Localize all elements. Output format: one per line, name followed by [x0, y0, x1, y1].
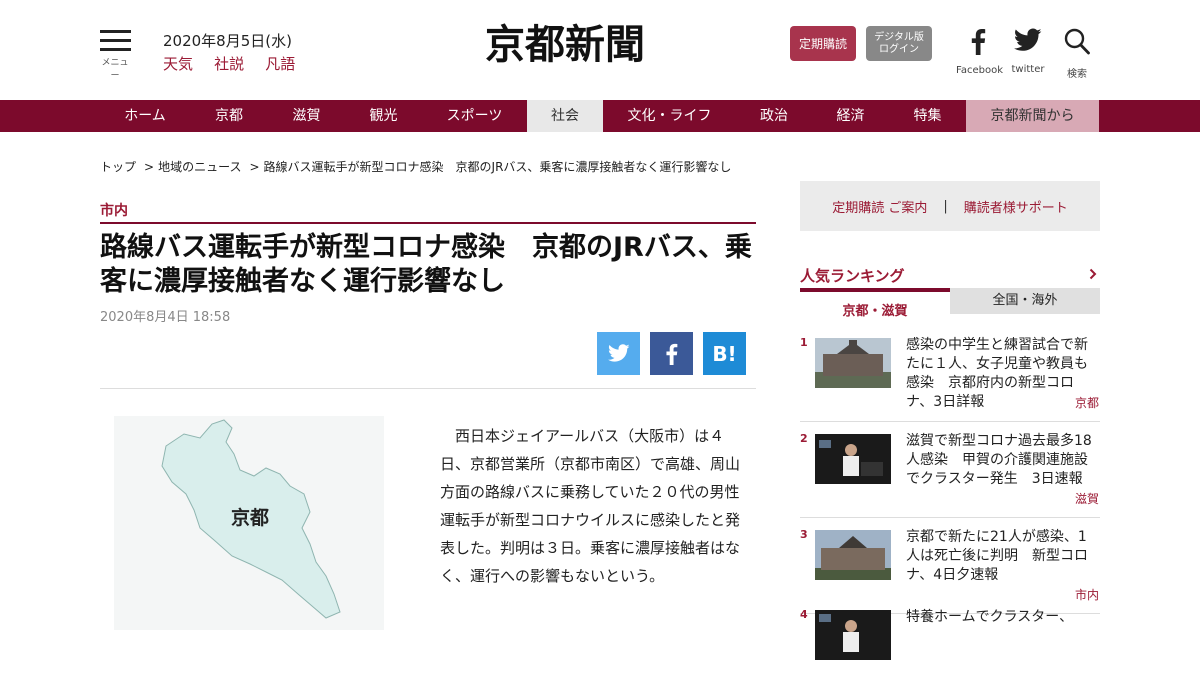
kyoto-map-image: 京都	[114, 416, 384, 630]
column-link[interactable]: 凡語	[265, 55, 295, 73]
facebook-icon	[971, 29, 986, 55]
map-label: 京都	[231, 506, 269, 529]
twitter-icon	[1013, 28, 1042, 51]
svg-text:京都新聞: 京都新聞	[485, 21, 645, 68]
ranking-title[interactable]: 人気ランキング	[800, 265, 905, 286]
site-logo[interactable]: 京都新聞	[463, 18, 667, 70]
hamburger-icon	[98, 30, 132, 51]
tab-national-world[interactable]: 全国・海外	[950, 288, 1100, 314]
search-link[interactable]: 検索	[1060, 28, 1094, 80]
ranking-title-text: 滋賀で新型コロナ過去最多18人感染 甲賀の介護関連施設でクラスター発生 3日速報	[906, 433, 1092, 487]
twitter-label: twitter	[1011, 64, 1045, 75]
share-hatena-button[interactable]: B!	[703, 332, 746, 375]
nav-item-politics[interactable]: 政治	[736, 100, 812, 132]
nav-item-society[interactable]: 社会	[527, 100, 603, 132]
subscription-box: 定期購読 ご案内 | 購読者様サポート	[800, 181, 1100, 231]
ranking-thumbnail	[815, 530, 891, 580]
share-facebook-button[interactable]	[650, 332, 693, 375]
article-headline: 路線バス運転手が新型コロナ感染 京都のJRバス、乗客に濃厚接触者なく運行影響なし	[100, 232, 752, 297]
nav-item-from-kyoto-np[interactable]: 京都新聞から	[966, 100, 1099, 132]
digital-login-button[interactable]: デジタル版 ログイン	[866, 26, 932, 61]
breadcrumb-current: 路線バス運転手が新型コロナ感染 京都のJRバス、乗客に濃厚接触者なく運行影響なし	[263, 160, 732, 174]
ranking-title-text: 特養ホームでクラスター、	[906, 609, 1074, 625]
ranking-tabs: 京都・滋賀 全国・海外	[800, 288, 1100, 319]
twitter-icon	[607, 343, 630, 362]
ranking-item[interactable]: 3 京都で新たに21人が感染、1人は死亡後に判明 新型コロナ、4日夕速報 市内	[800, 528, 1100, 614]
digital-label: デジタル版	[874, 31, 924, 43]
breadcrumb: トップ > 地域のニュース > 路線バス運転手が新型コロナ感染 京都のJRバス、乗客に濃…	[100, 160, 732, 174]
weather-link[interactable]: 天気	[163, 55, 193, 73]
chevron-right-icon[interactable]	[1089, 268, 1097, 280]
share-twitter-button[interactable]	[597, 332, 640, 375]
subscription-info-link[interactable]: 定期購読 ご案内	[832, 197, 927, 216]
rank-number: 3	[800, 528, 808, 541]
nav-item-kyoto[interactable]: 京都	[190, 100, 268, 132]
nav-item-tourism[interactable]: 観光	[345, 100, 422, 132]
breadcrumb-local-news[interactable]: 地域のニュース	[158, 160, 241, 174]
twitter-link[interactable]: twitter	[1010, 28, 1046, 75]
search-label: 検索	[1067, 69, 1087, 80]
ranking-tag: 京都	[1074, 396, 1099, 410]
date-block: 2020年8月5日(水) 天気 社説 凡語	[163, 30, 311, 74]
global-nav: ホーム 京都 滋賀 観光 スポーツ 社会 文化・ライフ 政治 経済 特集 京都新…	[0, 100, 1200, 132]
rank-number: 2	[800, 432, 808, 445]
nav-item-culture[interactable]: 文化・ライフ	[603, 100, 736, 132]
menu-label: メニュー	[101, 58, 129, 81]
nav-item-shiga[interactable]: 滋賀	[268, 100, 345, 132]
ranking-tag: 滋賀	[1074, 492, 1099, 506]
nav-item-features[interactable]: 特集	[889, 100, 966, 132]
subscribe-button[interactable]: 定期購読	[790, 26, 856, 61]
search-icon	[1064, 28, 1090, 55]
facebook-label: Facebook	[956, 65, 1003, 76]
ranking-tag: 市内	[1074, 588, 1099, 602]
nav-item-sports[interactable]: スポーツ	[422, 100, 527, 132]
category-label[interactable]: 市内	[100, 203, 128, 219]
article-body: 西日本ジェイアールバス（大阪市）は４日、京都営業所（京都市南区）で高雄、周山方面…	[440, 427, 741, 585]
divider	[100, 388, 756, 389]
ranking-thumbnail	[815, 434, 891, 484]
login-label: ログイン	[879, 43, 919, 55]
hatena-icon: B!	[712, 341, 737, 366]
facebook-icon	[666, 343, 678, 365]
article-date: 2020年8月4日 18:58	[100, 310, 231, 325]
ranking-item[interactable]: 2 滋賀で新型コロナ過去最多18人感染 甲賀の介護関連施設でクラスター発生 3日…	[800, 432, 1100, 518]
tab-kyoto-shiga[interactable]: 京都・滋賀	[800, 288, 950, 319]
site-header: メニュー 2020年8月5日(水) 天気 社説 凡語 京都新聞 定期購読 デジタ…	[0, 0, 1200, 100]
nav-item-economy[interactable]: 経済	[812, 100, 889, 132]
ranking-title-text: 感染の中学生と練習試合で新たに１人、女子児童や教員も感染 京都府内の新型コロナ、…	[906, 337, 1088, 410]
rank-number: 1	[800, 336, 808, 349]
rank-number: 4	[800, 608, 808, 621]
ranking-item[interactable]: 4 特養ホームでクラスター、	[800, 608, 1100, 694]
separator: |	[943, 198, 948, 214]
subscriber-support-link[interactable]: 購読者様サポート	[964, 197, 1068, 216]
menu-button[interactable]: メニュー	[98, 30, 132, 81]
current-date: 2020年8月5日(水)	[163, 32, 292, 50]
breadcrumb-top[interactable]: トップ	[100, 160, 136, 174]
facebook-link[interactable]: Facebook	[956, 28, 1003, 76]
ranking-thumbnail	[815, 610, 891, 660]
editorial-link[interactable]: 社説	[214, 55, 244, 73]
nav-item-home[interactable]: ホーム	[100, 100, 190, 132]
article-category: 市内	[100, 200, 756, 224]
ranking-thumbnail	[815, 338, 891, 388]
ranking-title-text: 京都で新たに21人が感染、1人は死亡後に判明 新型コロナ、4日夕速報	[906, 529, 1088, 583]
ranking-item[interactable]: 1 感染の中学生と練習試合で新たに１人、女子児童や教員も感染 京都府内の新型コロ…	[800, 336, 1100, 422]
